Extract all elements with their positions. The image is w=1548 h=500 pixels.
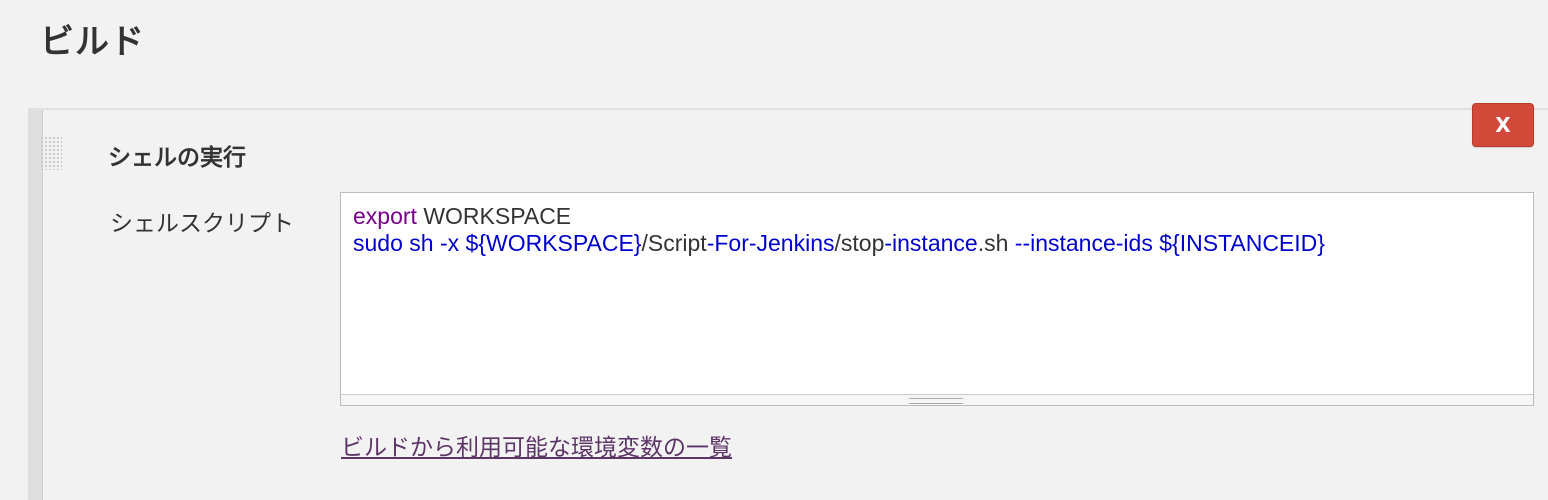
script-token: WORKSPACE	[416, 203, 572, 229]
delete-step-button[interactable]: X	[1472, 103, 1534, 147]
script-code[interactable]: export WORKSPACE sudo sh -x ${WORKSPACE}/…	[353, 203, 1523, 257]
build-config-page: ビルド シェルの実行 X シェルスクリプト export WORKSPACE su…	[0, 0, 1548, 500]
script-token: ${INSTANCEID}	[1159, 230, 1325, 256]
resize-grip-icon[interactable]	[909, 398, 963, 404]
build-step-title: シェルの実行	[108, 145, 246, 171]
script-token: .sh	[977, 230, 1015, 256]
script-token: sh	[409, 230, 434, 256]
script-line: sudo sh -x ${WORKSPACE}/Script-For-Jenki…	[353, 230, 1523, 257]
script-token: -x	[439, 230, 460, 256]
shell-script-editor[interactable]: export WORKSPACE sudo sh -x ${WORKSPACE}/…	[340, 192, 1534, 406]
script-token: sudo	[353, 230, 403, 256]
editor-resize-bar[interactable]	[341, 394, 1533, 405]
script-token: -For-Jenkins	[706, 230, 835, 256]
env-variables-link[interactable]: ビルドから利用可能な環境変数の一覧	[341, 428, 732, 462]
drag-handle-icon[interactable]	[40, 136, 62, 170]
section-title: ビルド	[40, 22, 145, 62]
script-token: /Script	[641, 230, 707, 256]
script-token: /stop	[834, 230, 885, 256]
script-line: export WORKSPACE	[353, 203, 1523, 230]
script-token: export	[353, 203, 417, 229]
script-token: --instance-ids	[1014, 230, 1153, 256]
shell-script-label: シェルスクリプト	[110, 211, 294, 237]
script-token: -instance	[884, 230, 978, 256]
script-token: ${WORKSPACE}	[465, 230, 642, 256]
